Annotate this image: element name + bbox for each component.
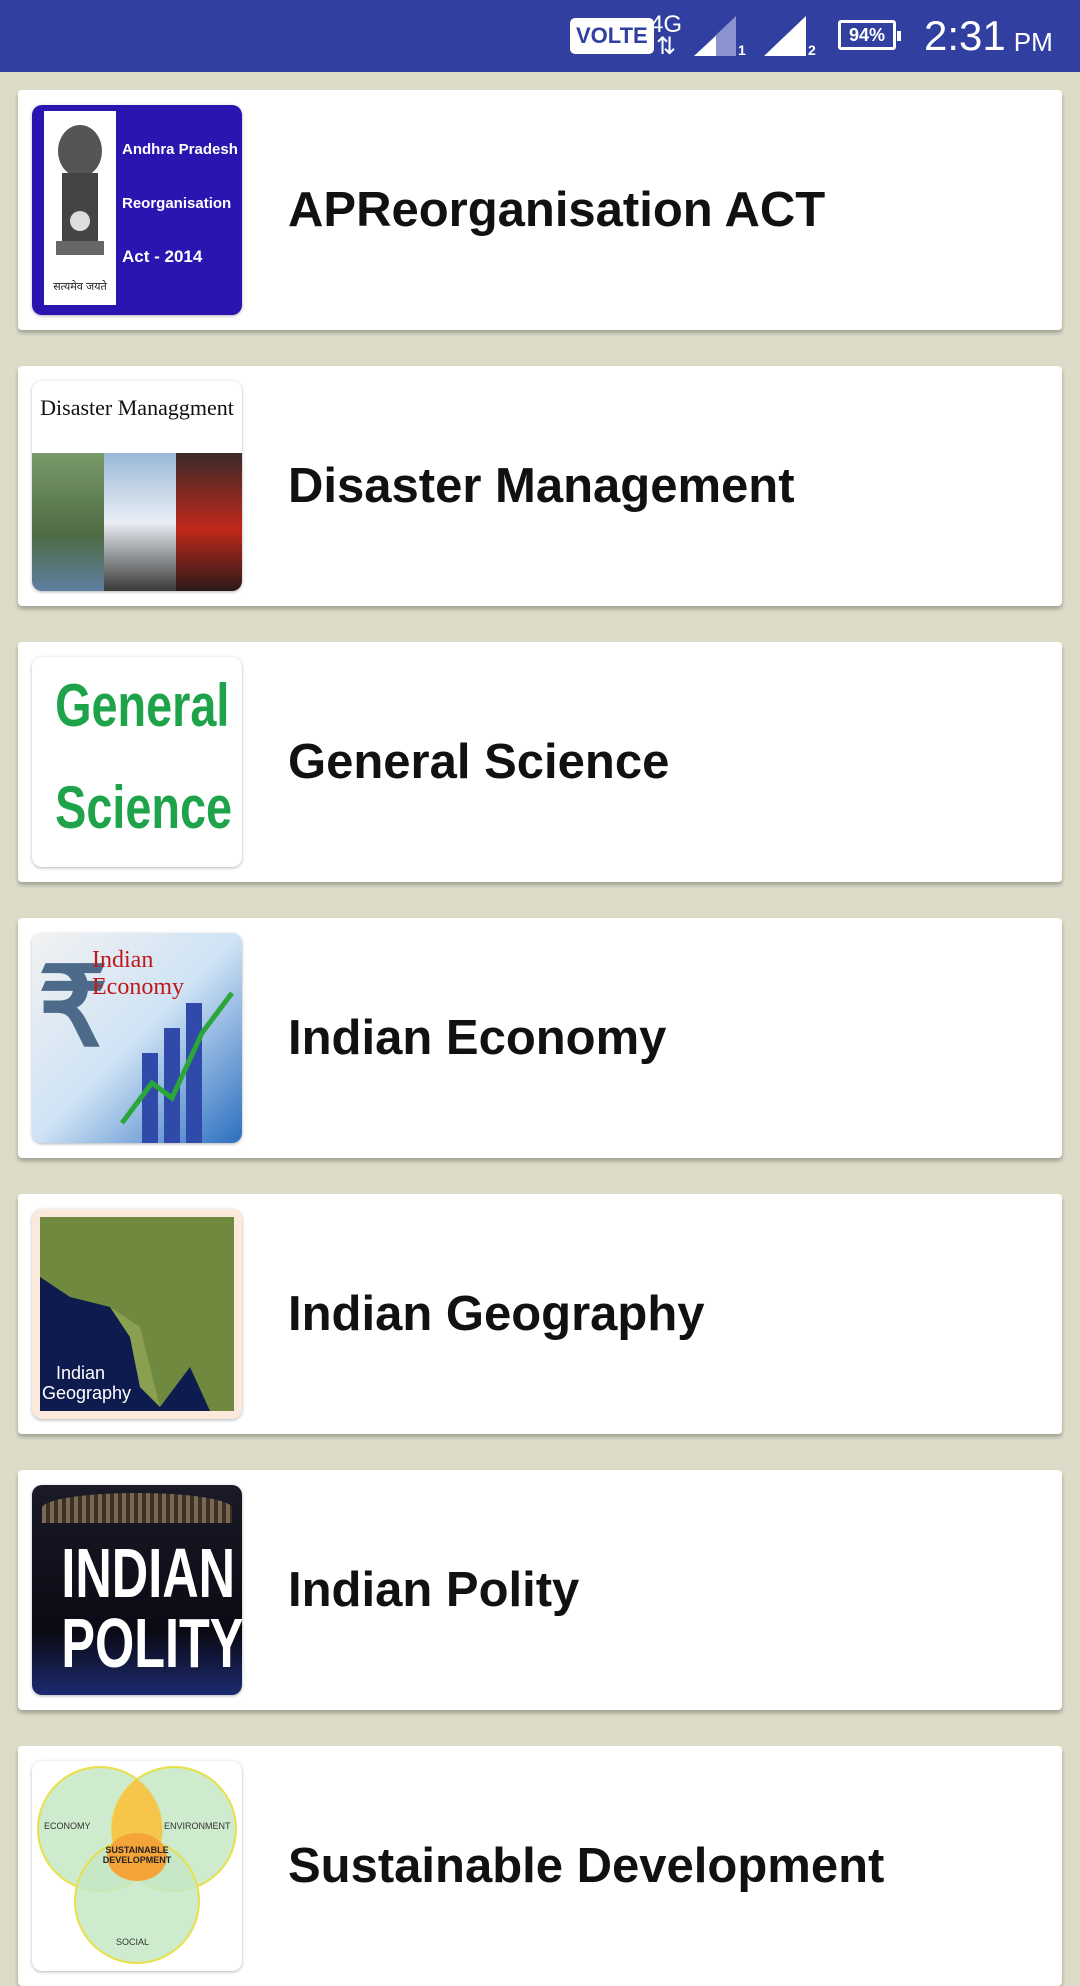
- list-item-ap-reorganisation[interactable]: सत्यमेव जयते Andhra Pradesh Reorganisati…: [18, 90, 1062, 330]
- list-item-general-science[interactable]: General Science General Science: [18, 642, 1062, 882]
- list-item-sustainable-development[interactable]: ECONOMY ENVIRONMENT SUSTAINABLE DEVELOPM…: [18, 1746, 1062, 1986]
- india-map: Indian Geography: [40, 1217, 234, 1411]
- item-title: Indian Economy: [288, 1011, 667, 1065]
- list-item-disaster-management[interactable]: Disaster Managgment Disaster Management: [18, 366, 1062, 606]
- volcano-photo: [176, 453, 242, 591]
- disaster-management-thumbnail: Disaster Managgment: [32, 381, 242, 591]
- item-title: Indian Polity: [288, 1563, 580, 1617]
- signal-sim1-icon: 1: [690, 0, 746, 72]
- ap-reorganisation-thumbnail: सत्यमेव जयते Andhra Pradesh Reorganisati…: [32, 105, 242, 315]
- sustainable-development-thumbnail: ECONOMY ENVIRONMENT SUSTAINABLE DEVELOPM…: [32, 1761, 242, 1971]
- item-title: Sustainable Development: [288, 1839, 885, 1893]
- list-item-indian-geography[interactable]: Indian Geography Indian Geography: [18, 1194, 1062, 1434]
- indian-polity-thumbnail: INDIAN POLITY: [32, 1485, 242, 1695]
- item-title: Indian Geography: [288, 1287, 705, 1341]
- growth-chart-icon: [120, 991, 234, 1143]
- indian-geography-thumbnail: Indian Geography: [32, 1209, 242, 1419]
- network-type-icon: 4G ⇅: [650, 11, 683, 60]
- volte-badge: VOLTE: [570, 18, 654, 54]
- emblem-panel: सत्यमेव जयते: [44, 111, 116, 305]
- list-item-indian-polity[interactable]: INDIAN POLITY Indian Polity: [18, 1470, 1062, 1710]
- flood-photo: [32, 453, 104, 591]
- status-bar: VOLTE 4G ⇅ 1 2 94% 2:31 PM: [0, 0, 1080, 72]
- item-title: Disaster Management: [288, 459, 795, 513]
- list-item-indian-economy[interactable]: ₹ Indian Economy Indian Economy: [18, 918, 1062, 1158]
- signal-sim2-icon: 2: [760, 0, 816, 72]
- clock: 2:31 PM: [924, 12, 1053, 59]
- avalanche-photo: [104, 453, 176, 591]
- national-emblem-icon: [56, 125, 104, 255]
- item-title: General Science: [288, 735, 670, 789]
- indian-economy-thumbnail: ₹ Indian Economy: [32, 933, 242, 1143]
- parliament-colonnade: [42, 1493, 232, 1523]
- general-science-thumbnail: General Science: [32, 657, 242, 867]
- battery-icon: 94%: [838, 20, 901, 50]
- item-title: APReorganisation ACT: [288, 183, 826, 237]
